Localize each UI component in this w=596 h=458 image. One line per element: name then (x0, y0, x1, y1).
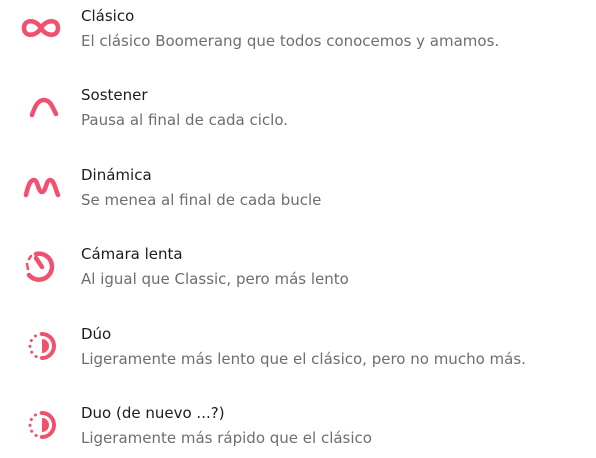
wiggle-wave-icon (14, 166, 66, 206)
mode-description: Ligeramente más lento que el clásico, pe… (81, 350, 526, 368)
mode-item-clasico[interactable]: Clásico El clásico Boomerang que todos c… (0, 7, 596, 75)
mode-item-sostener[interactable]: Sostener Pausa al final de cada ciclo. (0, 86, 596, 154)
mode-item-duo-de-nuevo[interactable]: Duo (de nuevo ...?) Ligeramente más rápi… (0, 404, 596, 458)
mode-title: Dúo (81, 325, 112, 343)
mode-title: Clásico (81, 7, 135, 25)
slow-motion-gauge-icon (14, 245, 66, 285)
mode-item-dinamica[interactable]: Dinámica Se menea al final de cada bucle (0, 166, 596, 234)
mode-item-camara-lenta[interactable]: Cámara lenta Al igual que Classic, pero … (0, 245, 596, 313)
mode-description: Al igual que Classic, pero más lento (81, 270, 349, 288)
mode-description: El clásico Boomerang que todos conocemos… (81, 32, 500, 50)
mode-title: Duo (de nuevo ...?) (81, 404, 225, 422)
mode-title: Dinámica (81, 166, 152, 184)
boomerang-mode-list: Clásico El clásico Boomerang que todos c… (0, 0, 596, 458)
duo-timer-icon (14, 404, 66, 444)
duo-timer-icon (14, 325, 66, 365)
mode-title: Sostener (81, 86, 148, 104)
mode-description: Ligeramente más rápido que el clásico (81, 429, 372, 447)
mode-item-duo[interactable]: Dúo Ligeramente más lento que el clásico… (0, 325, 596, 393)
mode-description: Pausa al final de cada ciclo. (81, 111, 289, 129)
hold-wave-icon (14, 86, 66, 126)
infinity-icon (14, 7, 66, 47)
mode-description: Se menea al final de cada bucle (81, 191, 322, 209)
mode-title: Cámara lenta (81, 245, 183, 263)
